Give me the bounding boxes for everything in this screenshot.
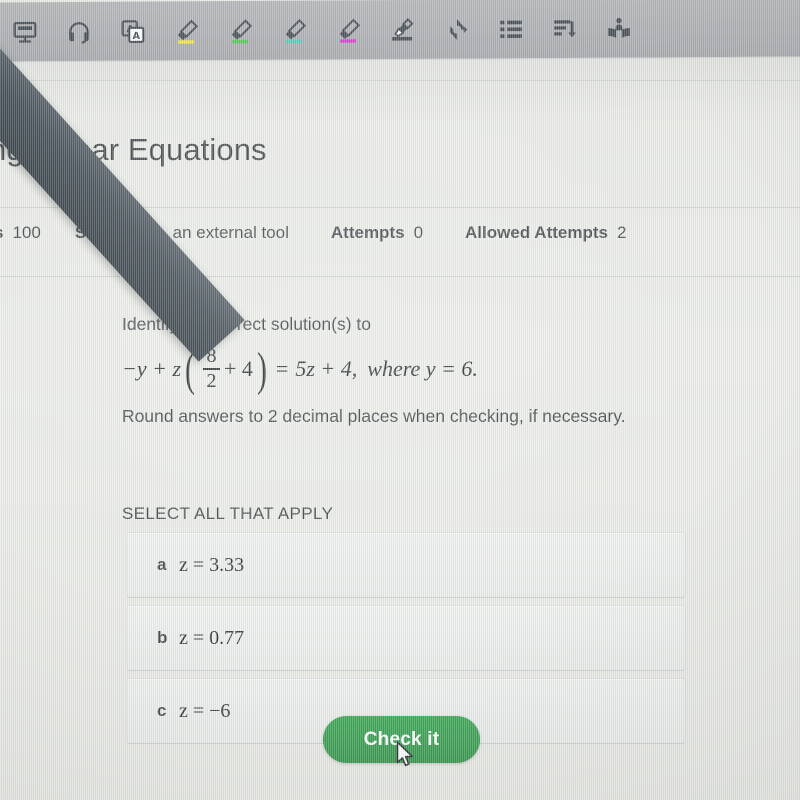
screen-mask-icon[interactable] [0, 9, 52, 55]
answer-option-b[interactable]: b z = 0.77 [126, 605, 686, 671]
select-all-instruction: SELECT ALL THAT APPLY [122, 504, 334, 523]
divider-meta-bottom [0, 276, 800, 277]
highlighter-teal-icon[interactable] [268, 7, 322, 53]
equation-condition: where y = 6. [367, 356, 478, 382]
bulleted-list-icon[interactable] [484, 6, 538, 52]
option-letter-b: b [157, 628, 168, 647]
svg-text:A: A [132, 30, 140, 41]
option-text-c: z = −6 [179, 699, 231, 722]
accessibility-toolbar: A A [0, 0, 800, 63]
highlighter-green-icon[interactable] [214, 7, 268, 53]
meta-attempts-label: Attempts [330, 223, 405, 242]
question-equation: −y + z ( 8 2 + 4 ) = 5z + 4, where y = 6… [122, 343, 478, 397]
highlighter-yellow-icon[interactable] [160, 8, 214, 54]
option-letter-a: a [157, 555, 167, 574]
divider-top [0, 80, 800, 81]
meta-points-label: nts [0, 223, 4, 243]
equation-inside-tail: + 4 [224, 356, 253, 382]
meta-attempts: Attempts 0 [331, 223, 423, 243]
question-rounding-note: Round answers to 2 decimal places when c… [122, 405, 626, 426]
meta-submitting-value: an external tool [172, 223, 289, 242]
sort-descending-icon[interactable] [538, 5, 592, 51]
translate-icon[interactable]: A A [106, 8, 160, 54]
reading-person-icon[interactable] [592, 5, 646, 51]
meta-points: nts 100 [0, 223, 41, 243]
meta-attempts-value: 0 [413, 223, 424, 242]
meta-allowed-attempts-value: 2 [616, 223, 627, 242]
option-letter-c: c [157, 701, 167, 720]
meta-allowed-attempts: Allowed Attempts 2 [465, 223, 626, 243]
screen-photo: ing Linear Equations nts 100 Submitting … [0, 0, 800, 800]
answer-option-a[interactable]: a z = 3.33 [126, 532, 686, 598]
check-it-button[interactable]: Check it [323, 716, 480, 763]
fraction-denominator: 2 [206, 369, 217, 392]
option-text-b: z = 0.77 [179, 626, 245, 649]
equation-rhs: 5z + 4, [295, 356, 358, 382]
meta-allowed-attempts-label: Allowed Attempts [465, 223, 608, 242]
equation-equals: = [275, 356, 289, 382]
equation-lhs: −y + z [122, 356, 182, 382]
highlighter-magenta-icon[interactable] [322, 7, 376, 53]
meta-points-value: 100 [12, 223, 41, 242]
refresh-cycle-icon[interactable] [430, 6, 484, 52]
clear-highlights-icon[interactable] [376, 6, 430, 52]
option-text-a: z = 3.33 [179, 553, 245, 576]
assignment-page: ing Linear Equations nts 100 Submitting … [0, 58, 800, 800]
headphones-listen-icon[interactable] [52, 8, 106, 54]
